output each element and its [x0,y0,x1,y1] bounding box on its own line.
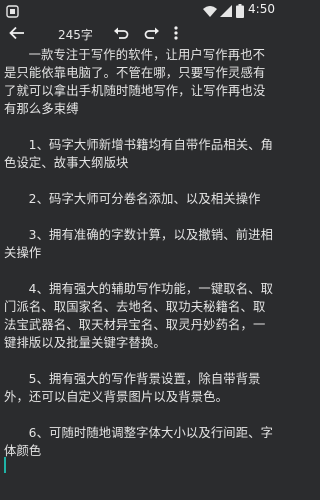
redo-icon [144,27,159,39]
undo-button[interactable] [111,23,131,43]
paragraph: 1、码字大师新增书籍均有自带作品相关、角色设定、故事大纲版块 [4,138,274,170]
text-cursor [4,457,6,473]
paragraph: 一款专注于写作的软件，让用户写作再也不是只能依靠电脑了。不管在哪，只要写作灵感有… [4,48,266,116]
more-options-button[interactable] [166,23,186,43]
paragraph: 2、码字大师可分卷名添加、以及相关操作 [28,192,261,206]
back-button[interactable] [7,23,27,43]
more-vert-icon [174,26,178,40]
status-time: 4:50 [248,2,275,16]
paragraph: 3、拥有准确的字数计算，以及撤销、前进相关操作 [4,228,274,260]
status-bar: 4:50 [0,0,281,20]
paragraph: 6、可随时随地调整字体大小以及行间距、字体颜色 [4,426,274,458]
undo-icon [114,27,129,39]
text-editor[interactable]: 一款专注于写作的软件，让用户写作再也不是只能依靠电脑了。不管在哪，只要写作灵感有… [4,46,276,476]
paragraph: 5、拥有强大的写作背景设置，除自带背景外，还可以自定义背景图片以及背景色。 [4,372,261,404]
arrow-left-icon [9,26,24,40]
paragraph: 4、拥有强大的辅助写作功能，一键取名、取门派名、取国家名、去地名、取功夫秘籍名、… [4,282,274,350]
redo-button[interactable] [142,23,162,43]
editor-toolbar: 245字 [0,20,281,46]
word-count: 245字 [58,28,93,42]
